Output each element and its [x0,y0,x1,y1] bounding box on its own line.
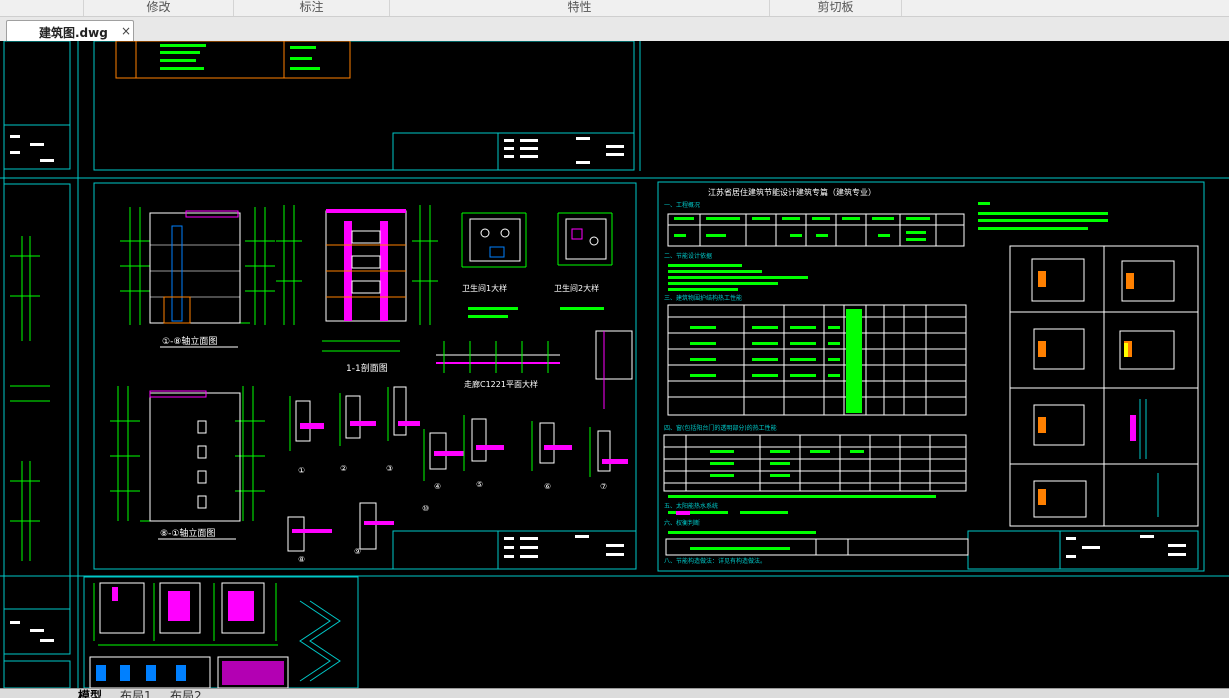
ribbon-panel-properties[interactable]: 特性 [390,0,770,16]
top-table [115,41,351,79]
drawing-canvas[interactable]: ①-⑧轴立面图 ⑧-①轴立面图 1-1剖面图 卫生间1大样 卫生间2大样 走廊C… [0,41,1229,688]
corridor-plan-label: 走廊C1221平面大样 [464,379,538,389]
svg-text:六、权衡判断: 六、权衡判断 [664,519,700,527]
svg-text:⑩: ⑩ [422,504,429,513]
cad-drawing: ①-⑧轴立面图 ⑧-①轴立面图 1-1剖面图 卫生间1大样 卫生间2大样 走廊C… [0,41,1229,688]
toilet-label-1: 卫生间1大样 [462,283,507,293]
svg-text:⑦: ⑦ [600,482,607,491]
wall-details [287,386,628,552]
svg-text:⑥: ⑥ [544,482,551,491]
svg-text:八、节能构造做法：详见有构造做法。: 八、节能构造做法：详见有构造做法。 [664,557,766,565]
stair-sheet [89,582,341,688]
ribbon-panel-clipboard[interactable]: 剪切板 [770,0,902,16]
svg-text:五、太阳能热水系统: 五、太阳能热水系统 [664,502,718,510]
elevation-drawing-2 [110,386,265,522]
elevation-label-2: ⑧-①轴立面图 [160,527,215,539]
ribbon-panel-modify[interactable]: 修改 [84,0,234,16]
document-tab-label: 建筑图.dwg [39,26,108,40]
corridor-plan [436,330,633,409]
detail-marks: ① ② ③ ④ ⑤ ⑥ ⑦ ⑧ ⑨ ⑩ [298,464,607,564]
energy-detail-thumbnails [1009,245,1199,527]
sheet-frames [0,41,1229,688]
toilet-detail-2 [557,212,613,310]
ribbon-panel-annotation[interactable]: 标注 [234,0,390,16]
svg-text:一、工程概况: 一、工程概况 [664,201,700,209]
elevation-drawing-1 [120,207,275,325]
energy-section-headings: 一、工程概况 二、节能设计依据 三、建筑物围护结构热工性能 四、窗(包括阳台门的… [664,201,777,565]
document-tab[interactable]: 建筑图.dwg × [6,20,134,41]
toilet-label-2: 卫生间2大样 [554,283,599,293]
document-tab-bar: 建筑图.dwg × [0,17,1229,42]
close-icon[interactable]: × [121,24,131,38]
toilet-detail-1 [461,212,527,318]
section-label: 1-1剖面图 [346,362,388,374]
section-drawing [276,205,438,352]
svg-text:③: ③ [386,464,393,473]
svg-text:①: ① [298,466,305,475]
ribbon-panel-draw[interactable] [0,0,84,16]
svg-text:四、窗(包括阳台门的透明部分)的热工性能: 四、窗(包括阳台门的透明部分)的热工性能 [664,424,777,432]
svg-text:④: ④ [434,482,441,491]
elevation-label-1: ①-⑧轴立面图 [162,335,217,347]
ribbon-panel-bar: 修改 标注 特性 剪切板 [0,0,1229,17]
svg-text:②: ② [340,464,347,473]
svg-text:二、节能设计依据: 二、节能设计依据 [664,252,712,260]
svg-text:⑧: ⑧ [298,555,305,564]
energy-sheet-title: 江苏省居住建筑节能设计建筑专篇（建筑专业） [708,187,876,197]
left-sheet-lines [10,236,50,561]
svg-text:⑤: ⑤ [476,480,483,489]
svg-text:⑨: ⑨ [354,547,361,556]
svg-text:三、建筑物围护结构热工性能: 三、建筑物围护结构热工性能 [664,294,742,302]
